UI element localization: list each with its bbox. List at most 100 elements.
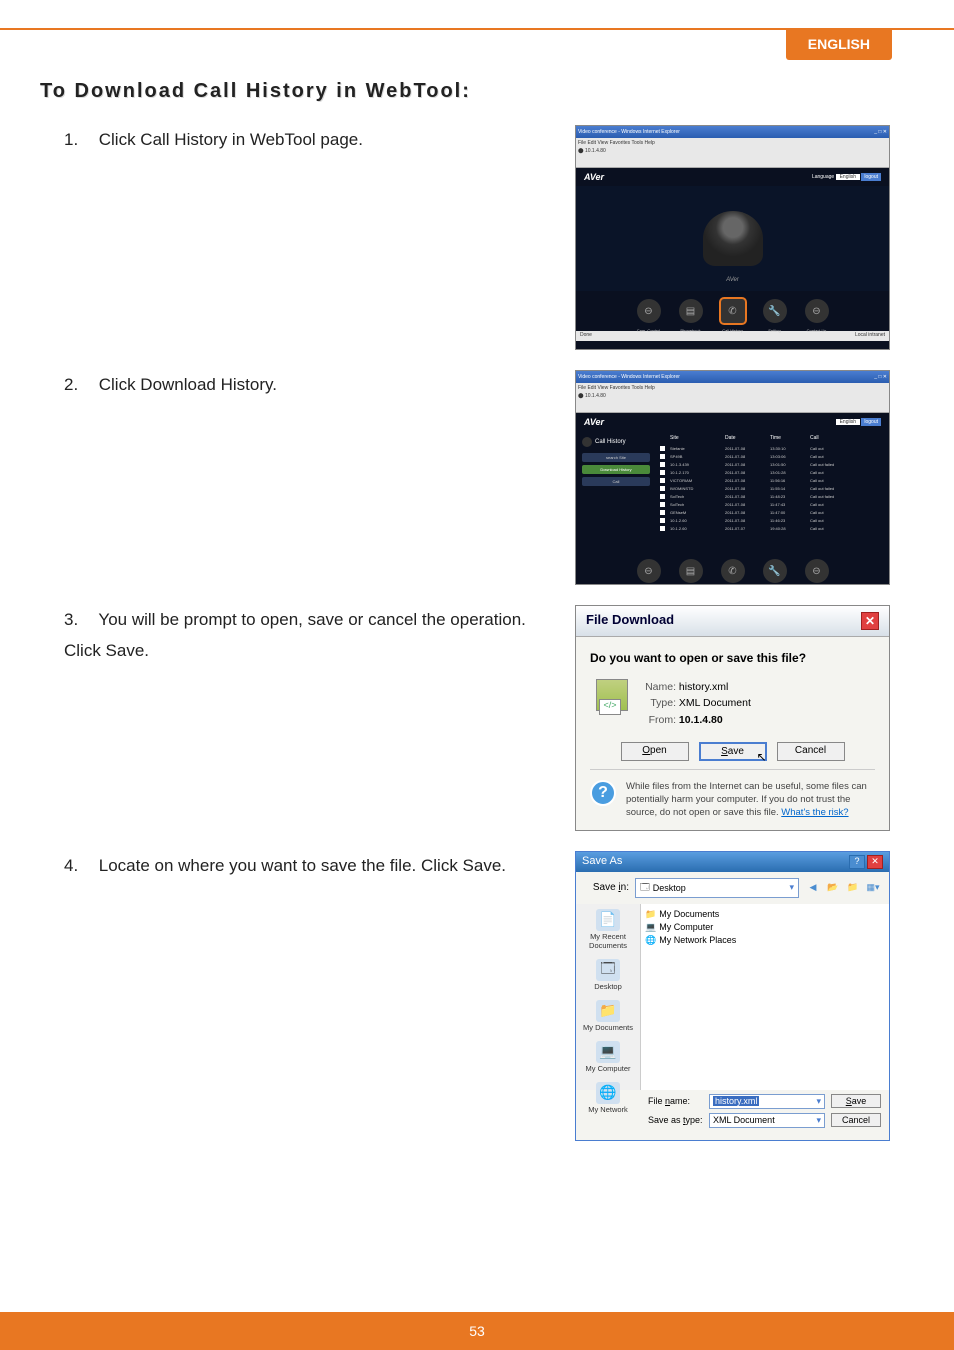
step-body: You will be prompt to open, save or canc… bbox=[64, 610, 526, 660]
table-row: SP49B2011-07-0813:03:06Call out bbox=[660, 453, 885, 461]
ie-titlebar: Video conference - Windows Internet Expl… bbox=[576, 371, 889, 383]
step-image: Video conference - Windows Internet Expl… bbox=[535, 370, 914, 585]
cancel-button[interactable]: Cancel bbox=[777, 742, 845, 761]
aver-header: AVer English logout bbox=[576, 413, 889, 431]
nav-setting[interactable]: 🔧 bbox=[763, 559, 787, 583]
page-number: 53 bbox=[469, 1323, 485, 1339]
step-image: Save As ? ✕ Save in: 🗔 Desktop ▾ ◀ bbox=[535, 851, 914, 1141]
table-row: 10.1.2.602011-07-0811:46:23Call out bbox=[660, 517, 885, 525]
camera-label: AVer bbox=[726, 277, 739, 283]
ie-toolbar: File Edit View Favorites Tools Help ⬤ 10… bbox=[576, 383, 889, 413]
call-history-body: Call History search Site Download Histor… bbox=[576, 431, 889, 551]
window-controls: _ □ ✕ bbox=[874, 129, 887, 135]
list-item[interactable]: 🌐My Network Places bbox=[645, 934, 885, 947]
page-footer: 53 bbox=[0, 1312, 954, 1350]
download-history-button[interactable]: Download History bbox=[582, 465, 650, 474]
warning-section: ? While files from the Internet can be u… bbox=[590, 769, 875, 820]
file-from: 10.1.4.80 bbox=[679, 714, 723, 726]
nav-call-history[interactable]: ✆ bbox=[721, 559, 745, 583]
sidebar-network[interactable]: 🌐My Network bbox=[578, 1079, 638, 1120]
table-row: VICTORIAM2011-07-0811:56:16Call out bbox=[660, 477, 885, 485]
ie-titlebar: Video conference - Windows Internet Expl… bbox=[576, 126, 889, 138]
step-image: Video conference - Windows Internet Expl… bbox=[535, 125, 914, 350]
step-row: 3. You will be prompt to open, save or c… bbox=[40, 605, 914, 831]
file-type: XML Document bbox=[679, 697, 751, 709]
dialog-title: Save As bbox=[582, 855, 622, 869]
step-body: Locate on where you want to save the fil… bbox=[99, 856, 506, 875]
table-row: 10.1.3.4392011-07-0813:01:50Call out fai… bbox=[660, 461, 885, 469]
close-button[interactable]: ✕ bbox=[861, 612, 879, 630]
file-icon: </> bbox=[596, 679, 628, 711]
call-history-table: Site Date Time Call Stefanie2011-07-0813… bbox=[656, 431, 889, 551]
file-name: history.xml bbox=[679, 681, 728, 693]
window-title: Video conference - Windows Internet Expl… bbox=[578, 129, 680, 135]
ie-toolbar: File Edit View Favorites Tools Help ⬤ 10… bbox=[576, 138, 889, 168]
nav-call-history[interactable]: ✆Call History bbox=[721, 299, 745, 323]
step-text: 1. Click Call History in WebTool page. bbox=[40, 125, 535, 156]
table-row: Stefanie2011-07-0813:30:10Call out bbox=[660, 445, 885, 453]
camera-image bbox=[703, 211, 763, 266]
list-item[interactable]: 📁My Documents bbox=[645, 908, 885, 921]
step-body: Click Download History. bbox=[99, 375, 277, 394]
table-row: 10.1.2.602011-07-0719:40:28Call out bbox=[660, 525, 885, 533]
filename-input[interactable]: history.xml▾ bbox=[709, 1094, 825, 1109]
table-row: SolTech2011-07-0811:48:23Call out failed bbox=[660, 493, 885, 501]
step-text: 4. Locate on where you want to save the … bbox=[40, 851, 535, 882]
nav-icons: ⊖Cam. Control ▤Phonebook ✆Call History 🔧… bbox=[576, 291, 889, 331]
dialog-buttons: Open Save↖ Cancel bbox=[590, 742, 875, 761]
ch-sidebar: Call History search Site Download Histor… bbox=[576, 431, 656, 551]
camera-area: AVer bbox=[576, 186, 889, 291]
dialog-question: Do you want to open or save this file? bbox=[590, 651, 875, 665]
help-button[interactable]: ? bbox=[849, 855, 865, 869]
nav-phonebook[interactable]: ▤ bbox=[679, 559, 703, 583]
table-row: 10.1.2.1702011-07-0813:01:28Call out bbox=[660, 469, 885, 477]
new-folder-icon[interactable]: 📁 bbox=[845, 880, 861, 896]
cursor-icon: ↖ bbox=[756, 750, 766, 764]
sidebar-recent[interactable]: 📄My Recent Documents bbox=[578, 906, 638, 956]
nav-cam-control[interactable]: ⊖Cam. Control bbox=[637, 299, 661, 323]
dialog-title: File Download bbox=[586, 612, 674, 630]
savetype-dropdown[interactable]: XML Document▾ bbox=[709, 1113, 825, 1128]
savein-dropdown[interactable]: 🗔 Desktop ▾ bbox=[635, 878, 799, 898]
nav-phonebook[interactable]: ▤Phonebook bbox=[679, 299, 703, 323]
step-row: 2. Click Download History. Video confere… bbox=[40, 370, 914, 585]
whats-the-risk-link[interactable]: What's the risk? bbox=[781, 807, 848, 818]
screenshot-webtool-main: Video conference - Windows Internet Expl… bbox=[575, 125, 890, 350]
savein-label: Save in: bbox=[584, 882, 629, 893]
sidebar-documents[interactable]: 📁My Documents bbox=[578, 997, 638, 1038]
nav-cam-control[interactable]: ⊖ bbox=[637, 559, 661, 583]
table-header: Site Date Time Call bbox=[660, 435, 885, 445]
step-body: Click Call History in WebTool page. bbox=[99, 130, 363, 149]
screenshot-file-download: File Download ✕ Do you want to open or s… bbox=[575, 605, 890, 831]
search-site-button[interactable]: search Site bbox=[582, 453, 650, 462]
step-text: 2. Click Download History. bbox=[40, 370, 535, 401]
dialog-titlebar: Save As ? ✕ bbox=[576, 852, 889, 872]
sidebar-computer[interactable]: 💻My Computer bbox=[578, 1038, 638, 1079]
screenshot-save-as: Save As ? ✕ Save in: 🗔 Desktop ▾ ◀ bbox=[575, 851, 890, 1141]
file-list[interactable]: 📁My Documents 💻My Computer 🌐My Network P… bbox=[640, 904, 889, 1090]
save-button[interactable]: Save↖ bbox=[699, 742, 767, 761]
info-icon: ? bbox=[590, 780, 616, 806]
sidebar-desktop[interactable]: 🗔Desktop bbox=[578, 956, 638, 997]
back-icon[interactable]: ◀ bbox=[805, 880, 821, 896]
step-text: 3. You will be prompt to open, save or c… bbox=[40, 605, 535, 666]
nav-contact[interactable]: ⊖Contact Us bbox=[805, 299, 829, 323]
step-number: 2. bbox=[64, 370, 94, 401]
cancel-button[interactable]: Cancel bbox=[831, 1113, 881, 1127]
save-button[interactable]: Save bbox=[831, 1094, 881, 1108]
nav-contact[interactable]: ⊖ bbox=[805, 559, 829, 583]
view-icon[interactable]: ▦▾ bbox=[865, 880, 881, 896]
step-row: 1. Click Call History in WebTool page. V… bbox=[40, 125, 914, 350]
nav-setting[interactable]: 🔧Setting bbox=[763, 299, 787, 323]
filename-label: File name: bbox=[648, 1096, 703, 1106]
close-button[interactable]: ✕ bbox=[867, 855, 883, 869]
open-button[interactable]: Open bbox=[621, 742, 689, 761]
desktop-icon: 🗔 bbox=[640, 880, 650, 896]
file-info: </> Name: history.xml Type: XML Document… bbox=[590, 679, 875, 728]
language-tab: ENGLISH bbox=[786, 28, 892, 60]
step-number: 4. bbox=[64, 851, 94, 882]
up-icon[interactable]: 📂 bbox=[825, 880, 841, 896]
call-button[interactable]: Call bbox=[582, 477, 650, 486]
step-row: 4. Locate on where you want to save the … bbox=[40, 851, 914, 1141]
list-item[interactable]: 💻My Computer bbox=[645, 921, 885, 934]
